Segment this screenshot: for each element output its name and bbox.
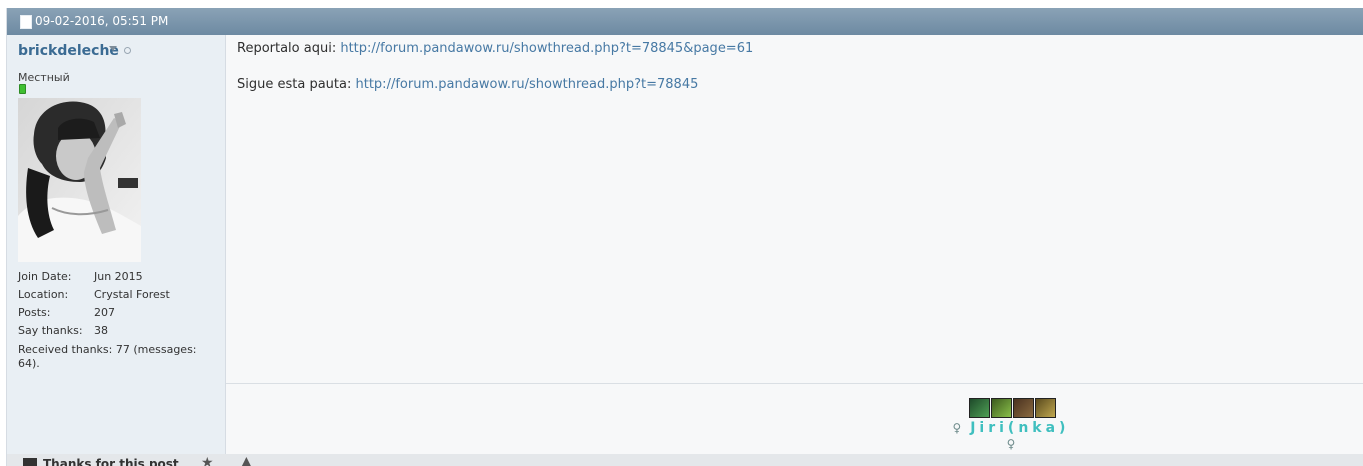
caret-down-icon[interactable] (109, 46, 117, 51)
signature-icons (969, 398, 1057, 418)
post-footer: Thanks for this post ★ ▲ (7, 454, 1363, 466)
user-info-panel: brickdeleche Местный Join Date: Jun 2015… (7, 35, 226, 466)
arrow-up-icon[interactable]: ▲ (241, 454, 252, 466)
stat-location: Location: Crystal Forest (18, 288, 170, 301)
stat-received-thanks: Received thanks: 77 (messages: 64). (18, 343, 197, 370)
reputation-icon (19, 84, 26, 94)
signature: ♀ Jiri(nka) ♀ (226, 384, 1363, 454)
message-line-2: Sigue esta pauta: http://forum.pandawow.… (237, 77, 699, 92)
report-link[interactable]: http://forum.pandawow.ru/showthread.php?… (340, 41, 753, 56)
document-icon (20, 15, 32, 29)
guideline-link[interactable]: http://forum.pandawow.ru/showthread.php?… (356, 77, 699, 92)
user-stats: Join Date: Jun 2015 Location: Crystal Fo… (18, 268, 213, 371)
message-line-1: Reportalo aqui: http://forum.pandawow.ru… (237, 41, 754, 56)
post-header: 09-02-2016, 05:51 PM (7, 8, 1363, 35)
thanks-icon[interactable] (23, 458, 37, 466)
star-icon[interactable]: ★ (201, 455, 214, 466)
user-title: Местный (18, 71, 70, 84)
stat-posts: Posts: 207 (18, 306, 115, 319)
avatar[interactable] (18, 98, 141, 262)
female-symbol-icon: ♀ (1006, 437, 1016, 451)
female-symbol-icon: ♀ (952, 421, 962, 435)
post-content: Reportalo aqui: http://forum.pandawow.ru… (226, 35, 1363, 383)
avatar-image (18, 98, 141, 262)
signature-name: ♀ Jiri(nka) ♀ (952, 420, 1070, 451)
username-link[interactable]: brickdeleche (18, 43, 119, 59)
thanks-button[interactable]: Thanks for this post (43, 457, 179, 466)
achievement-icon-3 (1013, 398, 1034, 418)
stat-join-date: Join Date: Jun 2015 (18, 270, 143, 283)
achievement-icon-2 (991, 398, 1012, 418)
achievement-icon-1 (969, 398, 990, 418)
post-container: 09-02-2016, 05:51 PM brickdeleche Местны… (6, 8, 1363, 466)
offline-dot-icon (124, 47, 131, 54)
post-date: 09-02-2016, 05:51 PM (35, 14, 169, 28)
achievement-icon-4 (1035, 398, 1056, 418)
stat-say-thanks: Say thanks: 38 (18, 324, 108, 337)
